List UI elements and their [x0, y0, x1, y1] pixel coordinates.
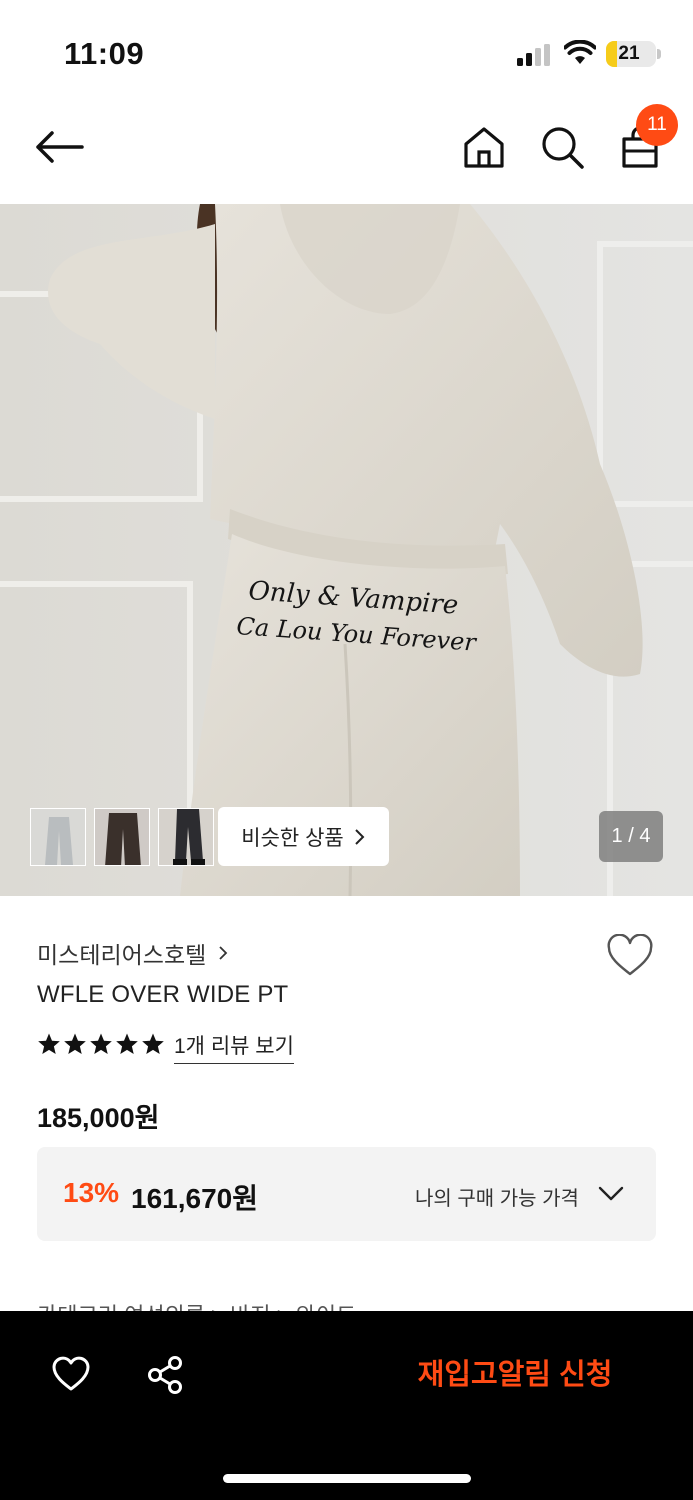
thumbnail[interactable] [94, 808, 150, 866]
battery-icon: 21 [606, 41, 656, 67]
image-page-indicator: 1 / 4 [599, 811, 663, 862]
thumbnail-strip [30, 808, 214, 866]
battery-level: 21 [618, 43, 640, 64]
chevron-right-icon [219, 946, 228, 960]
wishlist-heart-icon[interactable] [606, 934, 654, 978]
rating-stars [37, 1032, 165, 1058]
my-price-label: 나의 구매 가능 가격 [415, 1188, 579, 1210]
star-icon [64, 1033, 86, 1054]
top-nav [0, 100, 693, 204]
star-icon [116, 1033, 138, 1054]
product-image[interactable]: Only & Vampire Ca Lou You Forever [0, 204, 693, 896]
discount-rate: 13% [63, 1177, 120, 1208]
original-price: 185,000원 [37, 1103, 160, 1133]
cellular-signal-icon [517, 44, 550, 66]
cart-count-badge: 11 [636, 104, 678, 146]
status-time: 11:09 [64, 36, 145, 71]
sale-price: 161,670원 [131, 1183, 258, 1214]
star-icon [90, 1033, 112, 1054]
thumbnail[interactable] [30, 808, 86, 866]
status-bar: 11:09 21 [0, 0, 693, 100]
restock-alert-button[interactable]: 재입고알림 신청 [390, 1353, 640, 1397]
chevron-down-icon [598, 1186, 624, 1201]
star-icon [142, 1033, 164, 1054]
wishlist-heart-icon[interactable] [51, 1355, 91, 1393]
similar-products-label: 비슷한 상품 [241, 826, 344, 850]
product-photo: Only & Vampire Ca Lou You Forever [0, 204, 693, 896]
bottom-action-bar: 재입고알림 신청 [0, 1311, 693, 1500]
home-indicator[interactable] [223, 1474, 471, 1483]
battery-cap [657, 49, 661, 59]
share-icon[interactable] [146, 1355, 184, 1395]
star-icon [38, 1033, 60, 1054]
price-box[interactable]: 13% 161,670원 나의 구매 가능 가격 [37, 1147, 656, 1241]
similar-products-button[interactable]: 비슷한 상품 [218, 807, 389, 866]
chevron-right-icon [355, 828, 365, 845]
home-icon[interactable] [461, 124, 507, 170]
brand-link[interactable]: 미스테리어스호텔 [37, 936, 228, 970]
back-arrow-icon[interactable] [32, 127, 86, 167]
product-name: WFLE OVER WIDE PT [37, 981, 289, 1008]
review-link[interactable]: 1개 리뷰 보기 [174, 1030, 294, 1064]
search-icon[interactable] [539, 124, 585, 170]
brand-name: 미스테리어스호텔 [37, 942, 207, 968]
thumbnail[interactable] [158, 808, 214, 866]
wifi-icon [564, 40, 596, 64]
